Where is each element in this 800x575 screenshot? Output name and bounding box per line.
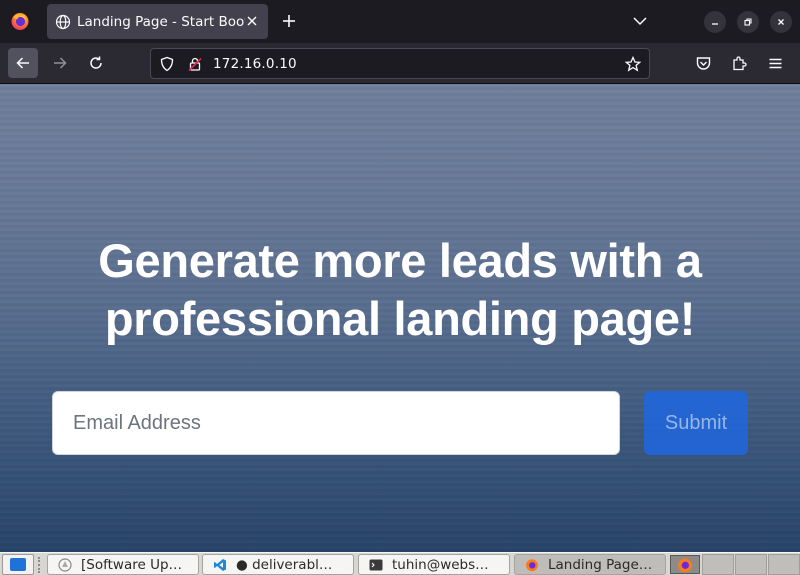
insecure-lock-icon[interactable] xyxy=(187,56,203,72)
taskbar-item-firefox[interactable]: Landing Page… xyxy=(514,554,666,575)
minimize-button[interactable] xyxy=(704,11,726,33)
submit-button[interactable]: Submit xyxy=(644,391,748,455)
globe-icon xyxy=(55,14,71,29)
chevron-down-icon[interactable] xyxy=(632,13,648,29)
tab-landing-page[interactable]: Landing Page - Start Bootstrap Theme xyxy=(47,4,268,39)
firefox-logo-icon[interactable] xyxy=(10,11,30,31)
tab-title: Landing Page - Start Bootstrap Theme xyxy=(77,13,245,30)
taskbar-grip xyxy=(38,557,42,573)
hamburger-menu-icon[interactable] xyxy=(767,55,784,72)
new-tab-icon[interactable] xyxy=(280,12,298,30)
close-tab-icon[interactable] xyxy=(244,13,260,29)
reload-icon xyxy=(90,56,102,69)
reload-button[interactable] xyxy=(81,48,111,78)
taskbar-item-label: tuhin@webs… xyxy=(392,556,489,573)
forward-button[interactable] xyxy=(45,48,75,78)
shield-icon[interactable] xyxy=(159,56,175,72)
tray-firefox-button[interactable] xyxy=(670,555,700,574)
url-text[interactable]: 172.16.0.10 xyxy=(213,56,297,72)
bookmark-star-icon[interactable] xyxy=(625,56,641,72)
workspace-3[interactable] xyxy=(768,554,800,575)
close-window-button[interactable] xyxy=(770,11,792,33)
minimize-icon xyxy=(712,23,718,25)
workspace-1[interactable] xyxy=(702,554,734,575)
taskbar-item-label: Landing Page… xyxy=(548,556,653,573)
firefox-icon xyxy=(526,558,538,571)
taskbar-item-label: ● deliverabl… xyxy=(236,556,333,573)
hero-headline: Generate more leads with a professional … xyxy=(98,234,702,345)
back-button[interactable] xyxy=(8,48,38,78)
email-address-input[interactable] xyxy=(52,391,620,455)
firefox-tray-icon xyxy=(678,557,692,572)
address-bar[interactable]: 172.16.0.10 xyxy=(150,48,650,79)
taskbar-item-vscode[interactable]: ● deliverabl… xyxy=(202,554,354,575)
navigation-toolbar: 172.16.0.10 xyxy=(0,43,800,84)
restore-button[interactable] xyxy=(737,11,759,33)
arrow-right-icon xyxy=(54,57,67,69)
taskbar: [Software Up… ● deliverabl… tuhin@webs… … xyxy=(0,552,800,575)
software-updater-icon xyxy=(58,557,72,572)
pocket-icon[interactable] xyxy=(695,55,712,72)
taskbar-item-terminal[interactable]: tuhin@webs… xyxy=(358,554,510,575)
desktop-icon xyxy=(10,558,26,571)
taskbar-item-software-updater[interactable]: [Software Up… xyxy=(47,554,199,575)
terminal-icon xyxy=(369,559,383,570)
tab-strip: Landing Page - Start Bootstrap Theme xyxy=(0,0,800,43)
landing-page-hero: Generate more leads with a professional … xyxy=(0,84,800,552)
workspace-2[interactable] xyxy=(735,554,767,575)
close-icon xyxy=(778,19,784,25)
restore-icon xyxy=(744,18,752,26)
extensions-puzzle-icon[interactable] xyxy=(731,55,748,72)
arrow-left-icon xyxy=(16,57,29,69)
vscode-icon xyxy=(214,558,226,571)
start-menu-button[interactable] xyxy=(2,554,34,575)
taskbar-item-label: [Software Up… xyxy=(81,556,183,573)
